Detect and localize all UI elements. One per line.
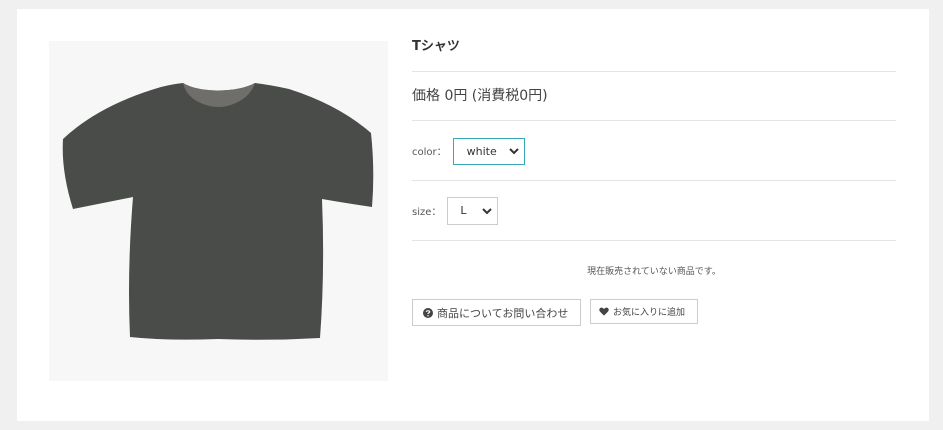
product-info: Tシャツ 価格 0円 (消費税0円) color： white size： L … bbox=[412, 39, 896, 326]
color-select-value: white bbox=[466, 144, 497, 158]
size-select-value: L bbox=[460, 204, 467, 217]
add-to-favorites-button[interactable]: お気に入りに追加 bbox=[590, 299, 698, 324]
not-for-sale-notice: 現在販売されていない商品です。 bbox=[587, 267, 721, 277]
size-select[interactable]: L bbox=[447, 196, 499, 225]
color-option-row: color： white bbox=[412, 121, 896, 181]
product-price: 価格 0円 (消費税0円) bbox=[412, 72, 896, 121]
favorite-button-label: お気に入りに追加 bbox=[613, 308, 686, 318]
question-circle-icon bbox=[423, 307, 433, 318]
size-option-row: size： L bbox=[412, 181, 896, 241]
color-label: color： bbox=[412, 147, 447, 158]
chevron-down-icon bbox=[482, 207, 493, 214]
product-image bbox=[49, 41, 388, 381]
color-select[interactable]: white bbox=[452, 137, 525, 165]
inquiry-button-label: 商品についてお問い合わせ bbox=[437, 306, 569, 320]
product-title: Tシャツ bbox=[412, 39, 896, 72]
t-shirt-image bbox=[62, 83, 374, 340]
action-buttons: 商品についてお問い合わせ お気に入りに追加 bbox=[412, 299, 896, 326]
heart-icon bbox=[599, 307, 609, 316]
product-card: Tシャツ 価格 0円 (消費税0円) color： white size： L … bbox=[17, 9, 929, 421]
inquiry-button[interactable]: 商品についてお問い合わせ bbox=[412, 299, 581, 326]
chevron-down-icon bbox=[508, 148, 519, 155]
size-label: size： bbox=[412, 207, 442, 218]
